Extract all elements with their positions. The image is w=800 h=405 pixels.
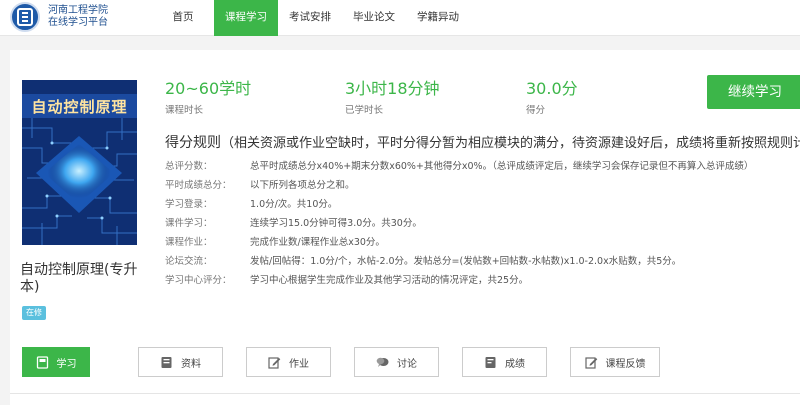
continue-study-button[interactable]: 继续学习: [707, 75, 800, 109]
logo-platform-name: 在线学习平台: [48, 17, 108, 28]
rule-row: 学习中心评分： 学习中心根据学生完成作业及其他学习活动的情况评定，共25分。: [165, 271, 800, 290]
rule-text: 学习中心根据学生完成作业及其他学习活动的情况评定，共25分。: [250, 275, 529, 286]
study-button-label: 学习: [56, 358, 77, 370]
stat-time-studied: 3小时18分钟 已学时长: [345, 75, 440, 116]
rule-label: 论坛交流：: [165, 256, 213, 267]
course-title[interactable]: 自动控制原理(专升本): [20, 262, 150, 296]
rule-row: 总评分数： 总平时成绩总分x40%+期末分数x60%+其他得分x0%。（总评成绩评…: [165, 157, 800, 176]
rule-row: 课程作业： 完成作业数/课程作业总x30分。: [165, 233, 800, 252]
rule-label: 学习中心评分：: [165, 275, 232, 286]
study-button[interactable]: 学习: [22, 347, 90, 377]
nav-exam-schedule[interactable]: 考试安排: [278, 0, 342, 36]
status-badge: 在修: [22, 306, 46, 320]
homework-button[interactable]: 作业: [246, 347, 331, 377]
scoring-rules-note: （相关资源或作业空缺时，平时分得分暂为相应模块的满分，待资源建设好后，成绩将重新…: [221, 136, 800, 151]
document-icon: [161, 356, 172, 368]
book-icon: [36, 355, 48, 369]
rule-row: 课件学习： 连续学习15.0分钟可得3.0分。共30分。: [165, 214, 800, 233]
course-actions: 学习 资料 作业 讨论 成绩 课程反馈: [22, 347, 683, 377]
site-logo[interactable]: 河南工程学院 在线学习平台: [10, 2, 108, 32]
edit-icon: [268, 356, 281, 369]
nav-home[interactable]: 首页: [152, 0, 214, 36]
course-feedback-button[interactable]: 课程反馈: [570, 347, 660, 377]
stat-value: 20~60学时: [165, 79, 252, 98]
materials-button[interactable]: 资料: [138, 347, 223, 377]
circuit-pattern-art: [22, 118, 137, 245]
discussion-button-label: 讨论: [397, 358, 417, 370]
rule-label: 学习登录：: [165, 199, 213, 210]
course-cover-image[interactable]: 自动控制原理: [22, 80, 137, 245]
rule-label: 平时成绩总分：: [165, 180, 232, 191]
logo-text: 河南工程学院 在线学习平台: [48, 5, 108, 29]
scoring-rules-list: 总评分数： 总平时成绩总分x40%+期末分数x60%+其他得分x0%。（总评成绩评…: [165, 157, 800, 290]
rule-row: 学习登录： 1.0分/次。共10分。: [165, 195, 800, 214]
logo-school-name: 河南工程学院: [48, 5, 108, 16]
chat-icon: [376, 357, 389, 367]
rule-row: 平时成绩总分： 以下所列各项总分之和。: [165, 176, 800, 195]
divider: [10, 393, 800, 394]
discussion-button[interactable]: 讨论: [354, 347, 439, 377]
rule-text: 1.0分/次。共10分。: [250, 199, 338, 210]
rule-row: 论坛交流： 发帖/回帖得：1.0分/个，水帖-2.0分。发帖总分=(发帖数+回帖数…: [165, 252, 800, 271]
school-emblem-icon: [10, 2, 40, 32]
stat-course-hours: 20~60学时 课程时长: [165, 75, 251, 116]
cover-title: 自动控制原理: [22, 94, 137, 119]
rule-label: 课程作业：: [165, 237, 213, 248]
stat-label: 已学时长: [345, 105, 384, 116]
rule-text: 完成作业数/课程作业总x30分。: [250, 237, 385, 248]
rule-text: 以下所列各项总分之和。: [250, 180, 355, 191]
report-icon: [485, 356, 496, 368]
scoring-rules-heading: 得分规则（相关资源或作业空缺时，平时分得分暂为相应模块的满分，待资源建设好后，成…: [165, 132, 800, 152]
stat-label: 得分: [526, 105, 546, 116]
materials-button-label: 资料: [181, 358, 201, 370]
nav-course-study[interactable]: 课程学习: [214, 0, 278, 36]
rule-label: 总评分数：: [165, 161, 213, 172]
nav-thesis[interactable]: 毕业论文: [342, 0, 406, 36]
feedback-edit-icon: [584, 356, 597, 369]
grades-button[interactable]: 成绩: [462, 347, 547, 377]
course-panel: 自动控制原理 自动控制原理(专升本) 在修 20~60学时 课程时长 3小时18…: [10, 50, 800, 405]
main-nav: 首页 课程学习 考试安排 毕业论文 学籍异动: [152, 0, 470, 36]
homework-button-label: 作业: [289, 358, 309, 370]
grades-button-label: 成绩: [505, 358, 525, 370]
rule-label: 课件学习：: [165, 218, 213, 229]
stat-value: 30.0分: [526, 79, 578, 98]
rule-text: 连续学习15.0分钟可得3.0分。共30分。: [250, 218, 422, 229]
scoring-rules-title: 得分规则: [165, 135, 221, 151]
stat-score: 30.0分 得分: [526, 75, 578, 116]
nav-status-change[interactable]: 学籍异动: [406, 0, 470, 36]
top-navigation-bar: 河南工程学院 在线学习平台 首页 课程学习 考试安排 毕业论文 学籍异动: [0, 0, 800, 36]
stat-value: 3小时18分钟: [345, 79, 440, 98]
rule-text: 发帖/回帖得：1.0分/个，水帖-2.0分。发帖总分=(发帖数+回帖数-水帖数)…: [250, 256, 682, 267]
course-feedback-button-label: 课程反馈: [605, 358, 646, 370]
rule-text: 总平时成绩总分x40%+期末分数x60%+其他得分x0%。（总评成绩评定后，继续…: [250, 161, 754, 172]
stat-label: 课程时长: [165, 105, 204, 116]
